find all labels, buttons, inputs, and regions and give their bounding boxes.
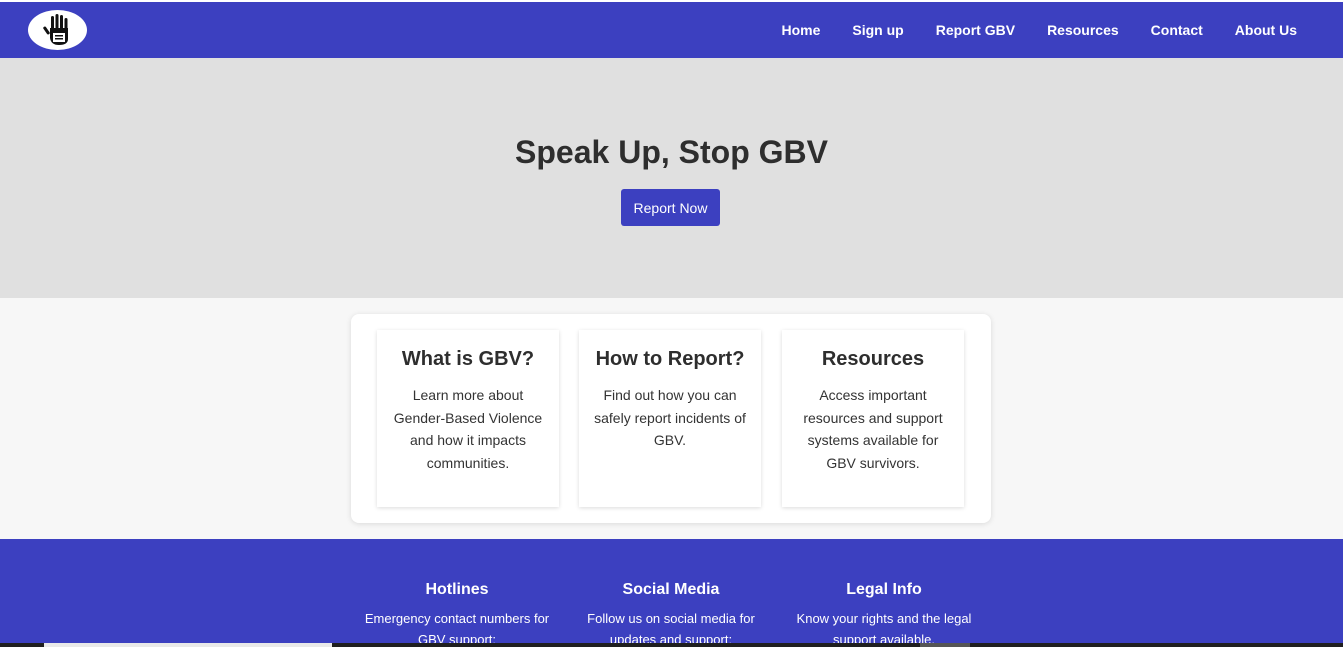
footer-text: Follow us on social media for updates an… xyxy=(587,611,755,647)
feature-card-text: Find out how you can safely report incid… xyxy=(594,387,746,448)
hero-title: Speak Up, Stop GBV xyxy=(515,134,828,170)
footer-hotlines: Hotlines Emergency contact numbers for G… xyxy=(362,581,552,647)
nav-link-about-us[interactable]: About Us xyxy=(1235,22,1297,38)
main-nav: Home Sign up Report GBV Resources Contac… xyxy=(749,2,1297,58)
feature-card-resources[interactable]: Resources Access important resources and… xyxy=(782,330,964,507)
hero-section: Speak Up, Stop GBV Report Now xyxy=(0,58,1343,298)
nav-link-resources[interactable]: Resources xyxy=(1047,22,1119,38)
feature-card-title: What is GBV? xyxy=(401,348,535,370)
feature-card-how-to-report[interactable]: How to Report? Find out how you can safe… xyxy=(579,330,761,507)
feature-card-text: Learn more about Gender-Based Violence a… xyxy=(393,387,543,471)
footer: Hotlines Emergency contact numbers for G… xyxy=(0,539,1343,647)
navbar: Home Sign up Report GBV Resources Contac… xyxy=(0,2,1343,58)
features-panel: What is GBV? Learn more about Gender-Bas… xyxy=(351,314,991,523)
footer-legal-info: Legal Info Know your rights and the lega… xyxy=(794,581,974,647)
feature-card-what-is-gbv[interactable]: What is GBV? Learn more about Gender-Bas… xyxy=(377,330,559,507)
feature-card-title: How to Report? xyxy=(595,348,745,370)
taskbar-app-icon[interactable] xyxy=(920,643,970,647)
feature-card-title: Resources xyxy=(821,348,925,370)
footer-text: Know your rights and the legal support a… xyxy=(796,611,972,647)
taskbar xyxy=(0,643,1343,647)
footer-heading: Hotlines xyxy=(425,581,489,598)
stop-gbv-hand-icon xyxy=(42,14,68,45)
nav-link-home[interactable]: Home xyxy=(781,22,820,38)
footer-text: Emergency contact numbers for GBV suppor… xyxy=(364,611,550,647)
logo[interactable] xyxy=(28,10,87,50)
feature-card-text: Access important resources and support s… xyxy=(803,387,943,471)
footer-heading: Social Media xyxy=(622,581,720,598)
footer-heading: Legal Info xyxy=(846,581,922,598)
nav-link-contact[interactable]: Contact xyxy=(1151,22,1203,38)
nav-link-sign-up[interactable]: Sign up xyxy=(852,22,903,38)
footer-social-media: Social Media Follow us on social media f… xyxy=(581,581,761,647)
taskbar-search-box[interactable] xyxy=(44,643,332,647)
report-now-button[interactable]: Report Now xyxy=(621,189,720,226)
features-section: What is GBV? Learn more about Gender-Bas… xyxy=(0,298,1343,539)
nav-link-report-gbv[interactable]: Report GBV xyxy=(936,22,1015,38)
